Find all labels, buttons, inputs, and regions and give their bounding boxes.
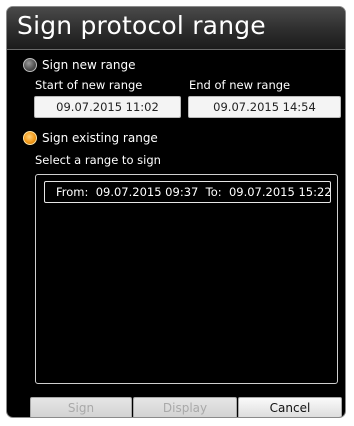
select-range-label: Select a range to sign: [35, 153, 161, 167]
end-of-new-range-label: End of new range: [189, 78, 291, 92]
sign-protocol-range-dialog: Sign protocol range Sign new range Start…: [6, 6, 346, 418]
cancel-button[interactable]: Cancel: [238, 397, 342, 417]
start-of-new-range-field[interactable]: 09.07.2015 11:02: [34, 96, 181, 118]
range-list[interactable]: From: 09.07.2015 09:37 To: 09.07.2015 15…: [35, 174, 338, 384]
range-to-label: To:: [205, 185, 222, 199]
list-item[interactable]: From: 09.07.2015 09:37 To: 09.07.2015 15…: [44, 181, 331, 203]
radio-sign-existing-range[interactable]: Sign existing range: [23, 129, 158, 147]
title-bar: Sign protocol range: [7, 7, 345, 50]
radio-sign-new-range-label: Sign new range: [42, 58, 136, 72]
range-from-value: 09.07.2015 09:37: [95, 185, 199, 199]
dialog-title: Sign protocol range: [17, 11, 266, 40]
end-of-new-range-field[interactable]: 09.07.2015 14:54: [188, 96, 341, 118]
sign-button[interactable]: Sign: [30, 397, 132, 417]
radio-sign-new-range[interactable]: Sign new range: [23, 56, 136, 74]
start-of-new-range-label: Start of new range: [35, 78, 143, 92]
range-from-label: From:: [56, 185, 89, 199]
range-to-value: 09.07.2015 15:22: [228, 185, 331, 199]
display-button[interactable]: Display: [133, 397, 237, 417]
radio-button-selected-icon[interactable]: [23, 131, 37, 145]
radio-sign-existing-range-label: Sign existing range: [42, 131, 158, 145]
radio-button-unselected-icon[interactable]: [23, 58, 37, 72]
